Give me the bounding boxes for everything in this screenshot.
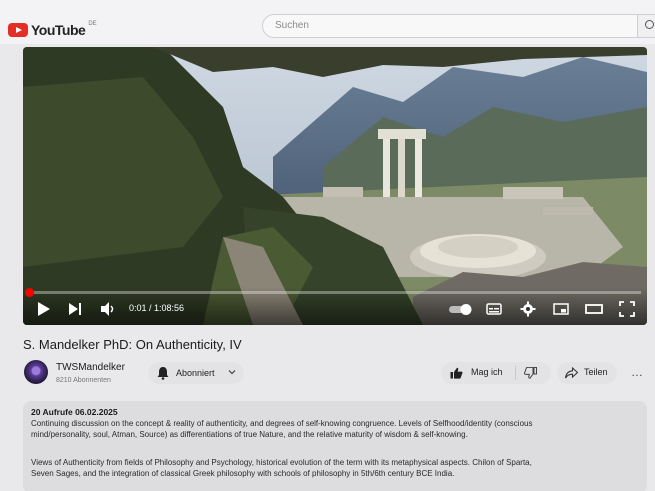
youtube-play-logo-icon bbox=[8, 23, 28, 37]
subscribed-button[interactable]: Abonniert bbox=[148, 362, 244, 384]
search-button[interactable] bbox=[637, 14, 655, 38]
more-actions-button[interactable]: … bbox=[627, 362, 647, 384]
like-dislike-group: Mag ich bbox=[441, 362, 551, 384]
next-icon[interactable] bbox=[68, 301, 82, 317]
description-line: Views of Authenticity from fields of Phi… bbox=[31, 458, 532, 467]
logo-region-code: DE bbox=[88, 21, 97, 27]
description-line: Seven Sages, and the integration of clas… bbox=[31, 469, 455, 478]
video-player[interactable]: 0:01 / 1:08:56 bbox=[23, 47, 647, 325]
share-label: Teilen bbox=[584, 367, 608, 377]
top-bar: YouTube DE Suchen bbox=[0, 0, 655, 44]
thumbs-down-icon[interactable] bbox=[524, 367, 537, 379]
progress-bar[interactable] bbox=[29, 291, 641, 294]
description-line: mind/personality, soul, Atman, Source) a… bbox=[31, 430, 468, 439]
fullscreen-icon[interactable] bbox=[619, 301, 635, 317]
like-separator bbox=[515, 366, 516, 380]
time-display: 0:01 / 1:08:56 bbox=[129, 303, 185, 313]
subscribe-label: Abonniert bbox=[176, 368, 215, 378]
subtitles-icon[interactable] bbox=[486, 301, 502, 317]
theater-mode-icon[interactable] bbox=[585, 301, 603, 317]
description-box[interactable]: 20 Aufrufe 06.02.2025 Continuing discuss… bbox=[23, 401, 647, 491]
settings-gear-icon[interactable] bbox=[520, 301, 536, 317]
channel-avatar[interactable] bbox=[24, 360, 48, 384]
share-button[interactable]: Teilen bbox=[557, 362, 617, 384]
video-title: S. Mandelker PhD: On Authenticity, IV bbox=[23, 337, 242, 352]
thumbs-up-icon[interactable] bbox=[450, 367, 463, 379]
youtube-logo[interactable]: YouTube DE bbox=[8, 20, 97, 40]
share-arrow-icon bbox=[565, 367, 578, 379]
subscriber-count: 8210 Abonnenten bbox=[56, 377, 111, 384]
logo-text: YouTube bbox=[31, 22, 86, 38]
video-meta: 20 Aufrufe 06.02.2025 bbox=[31, 407, 118, 417]
video-frame bbox=[23, 47, 647, 325]
autoplay-toggle-icon[interactable] bbox=[448, 301, 474, 317]
miniplayer-icon[interactable] bbox=[553, 301, 569, 317]
bell-icon bbox=[157, 367, 169, 380]
chevron-down-icon bbox=[228, 370, 236, 375]
volume-icon[interactable] bbox=[100, 301, 116, 317]
play-icon[interactable] bbox=[37, 301, 51, 317]
scrubber-handle[interactable] bbox=[25, 288, 34, 297]
search-icon bbox=[645, 20, 654, 29]
description-line: Continuing discussion on the concept & r… bbox=[31, 419, 533, 428]
search-input[interactable]: Suchen bbox=[262, 14, 638, 38]
channel-name[interactable]: TWSMandelker bbox=[56, 362, 125, 373]
like-button[interactable]: Mag ich bbox=[471, 367, 503, 377]
